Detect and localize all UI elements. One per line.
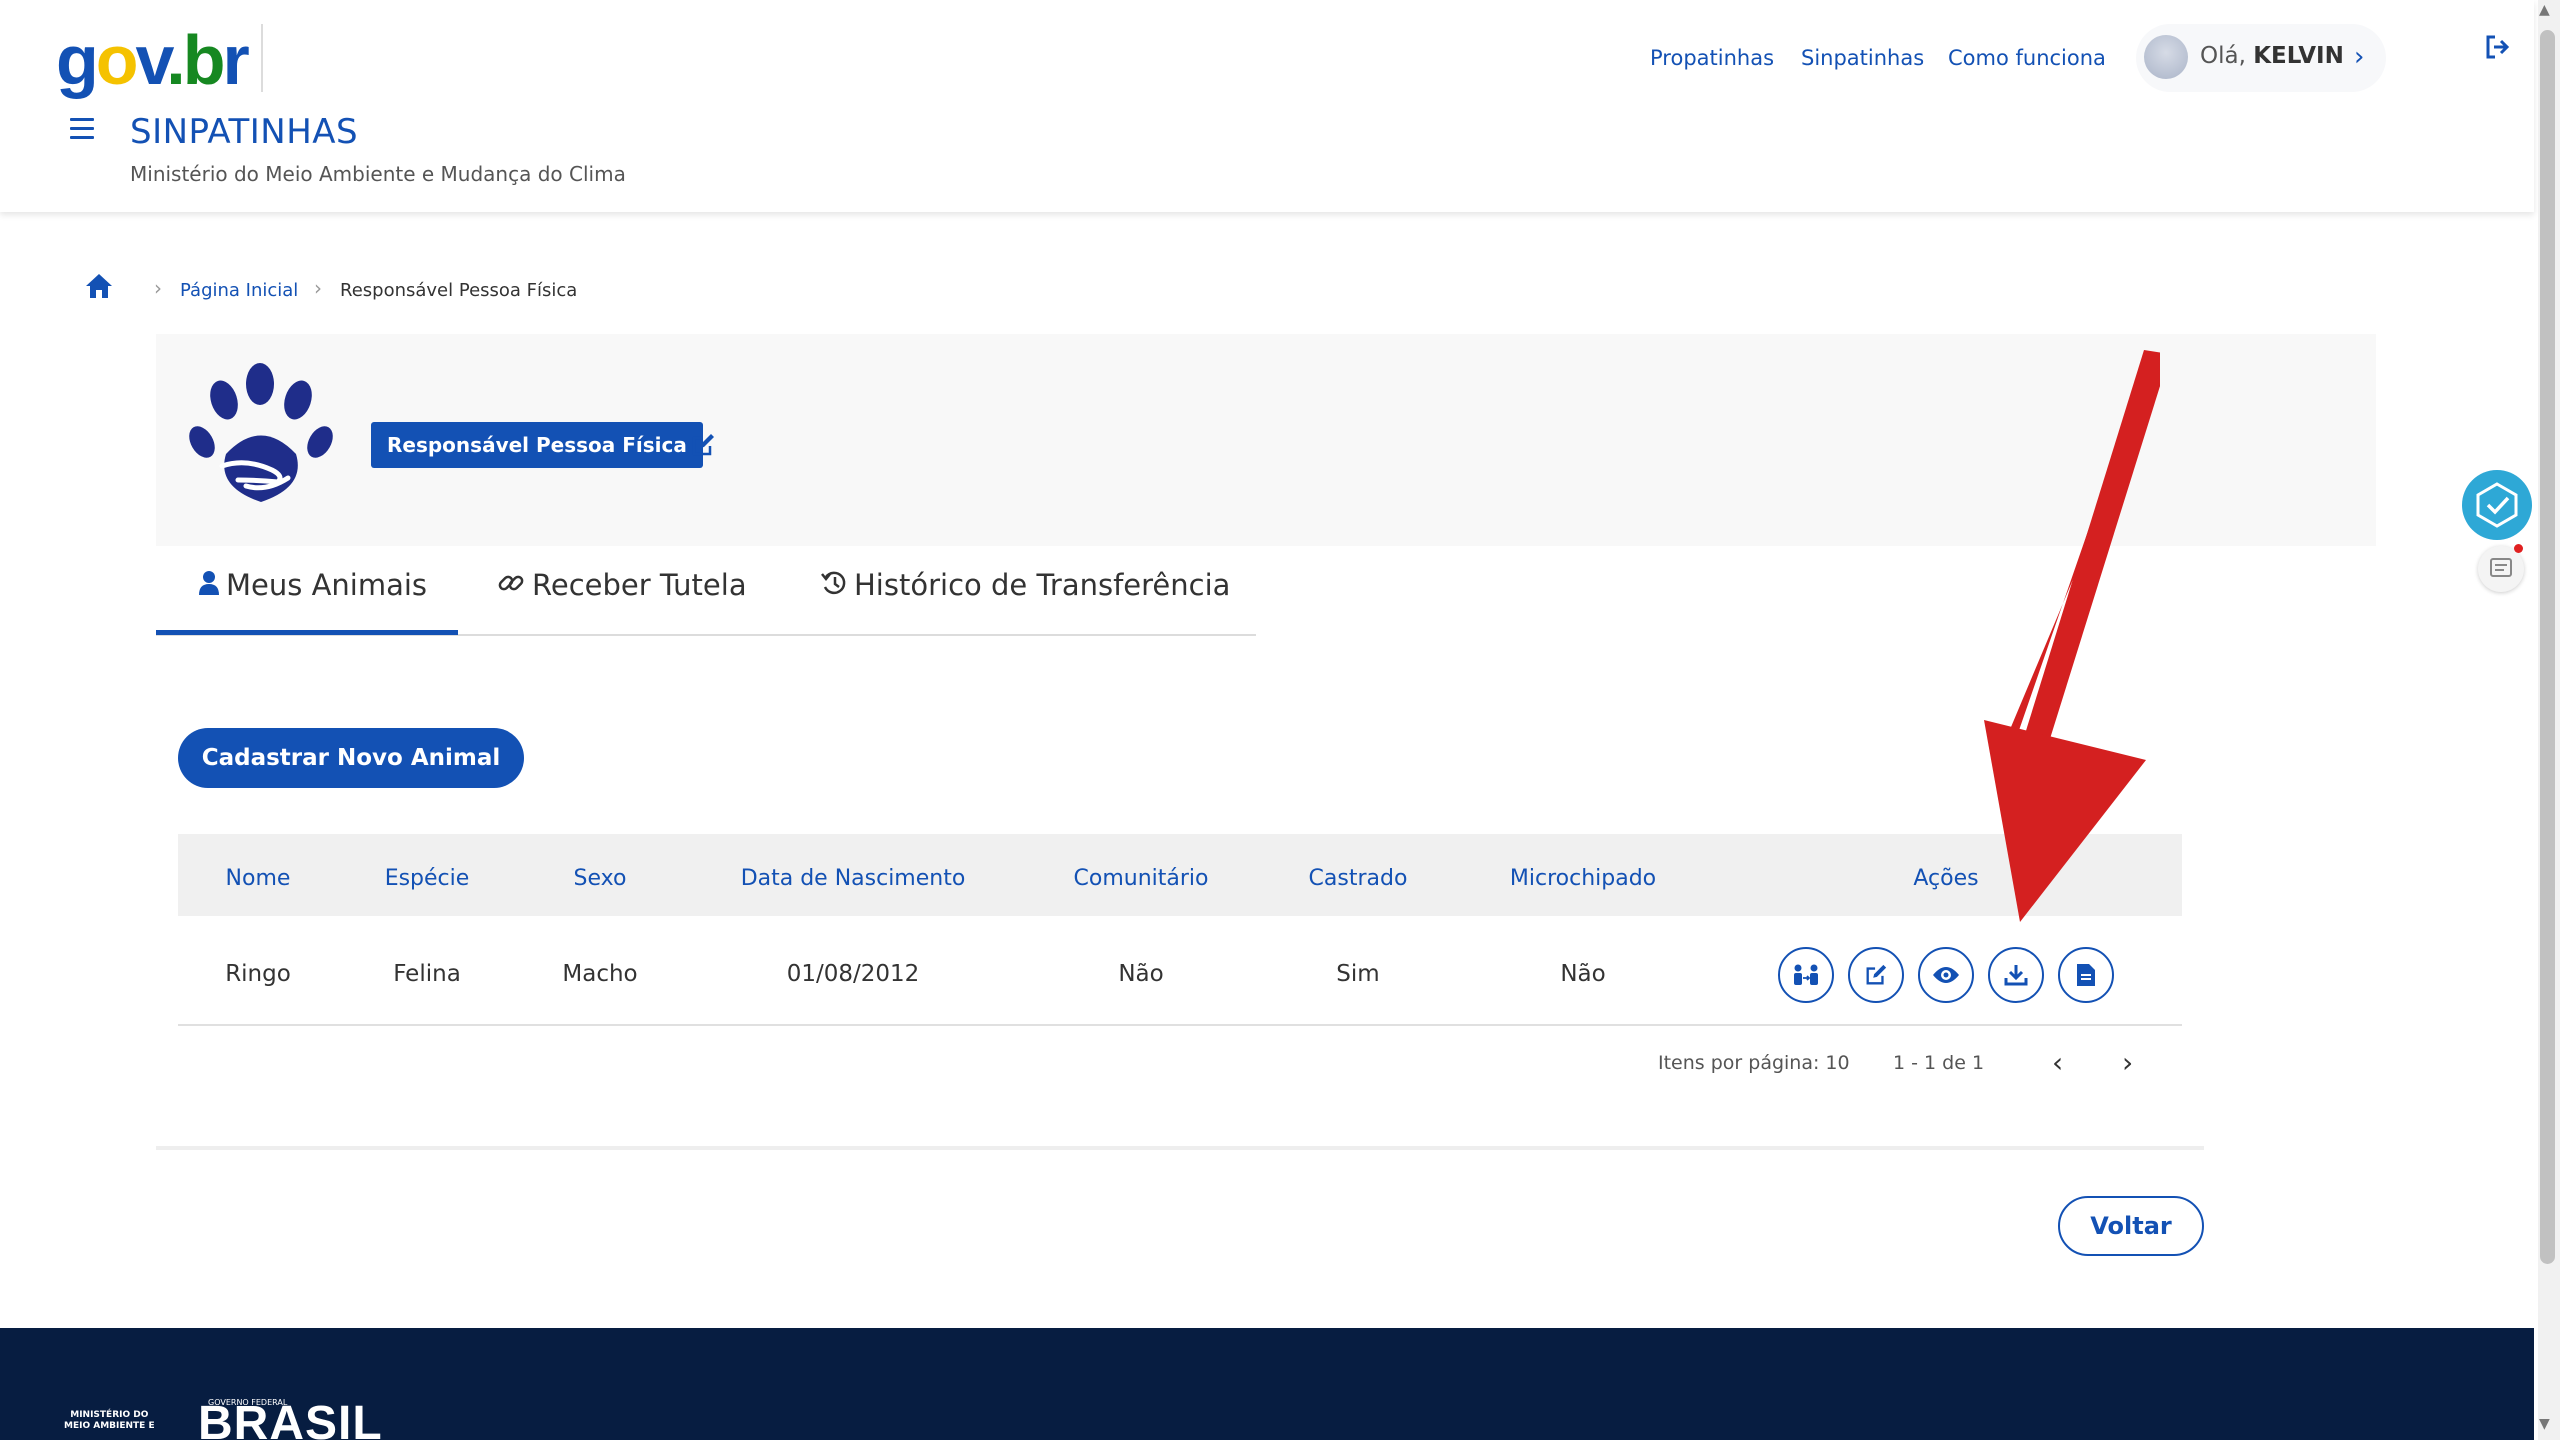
breadcrumb-home-link[interactable]: Página Inicial <box>180 280 298 301</box>
paw-hands-logo <box>186 362 336 516</box>
red-annotation-arrow <box>1960 350 2170 934</box>
nav-link-propatinhas[interactable]: Propatinhas <box>1650 46 1774 70</box>
tab-meus-animais[interactable]: Meus Animais <box>198 568 427 634</box>
user-greeting: Olá, KELVIN <box>2200 43 2344 69</box>
cell-especie: Felina <box>393 961 461 987</box>
logout-icon[interactable] <box>2484 34 2512 64</box>
tab-label: Meus Animais <box>226 568 428 602</box>
scroll-up-icon[interactable]: ▲ <box>2539 2 2550 18</box>
view-icon <box>1933 967 1959 983</box>
cell-microchipado: Não <box>1560 961 1606 987</box>
role-badge: Responsável Pessoa Física <box>371 422 703 468</box>
column-header-especie: Espécie <box>384 866 470 891</box>
footer-brasil-logo: BRASIL <box>198 1397 383 1450</box>
document-button[interactable] <box>2058 947 2114 1003</box>
nav-link-sinpatinhas[interactable]: Sinpatinhas <box>1801 46 1924 70</box>
edit-icon <box>1866 964 1887 985</box>
download-icon <box>2004 965 2028 986</box>
column-header-castrado: Castrado <box>1308 866 1408 891</box>
row-divider <box>178 1024 2182 1026</box>
view-animal-button[interactable] <box>1918 947 1974 1003</box>
transfer-button[interactable] <box>1778 947 1834 1003</box>
history-icon <box>820 568 848 605</box>
home-icon[interactable] <box>84 272 114 304</box>
hamburger-menu-icon[interactable] <box>70 118 94 140</box>
system-title: SINPATINHAS <box>130 112 359 152</box>
transfer-icon <box>1794 964 1818 985</box>
nav-link-como-funciona[interactable]: Como funciona <box>1948 46 2106 70</box>
column-header-data-nascimento: Data de Nascimento <box>740 866 966 891</box>
tab-receber-tutela[interactable]: Receber Tutela <box>496 568 747 634</box>
avatar <box>2144 35 2188 79</box>
tab-label: Histórico de Transferência <box>854 568 1231 602</box>
document-icon <box>2077 964 2095 986</box>
cell-castrado: Sim <box>1336 961 1380 987</box>
logo-divider <box>261 24 263 92</box>
column-header-nome: Nome <box>225 866 291 891</box>
system-subtitle: Ministério do Meio Ambiente e Mudança do… <box>130 162 626 186</box>
active-tab-indicator <box>156 630 458 635</box>
edit-icon[interactable] <box>690 432 716 462</box>
person-icon <box>198 568 220 602</box>
column-header-comunitario: Comunitário <box>1073 866 1209 891</box>
add-animal-button[interactable]: Cadastrar Novo Animal <box>178 728 524 788</box>
section-divider <box>156 1146 2204 1150</box>
scrollbar-thumb[interactable] <box>2540 30 2555 1264</box>
tab-historico-transferencia[interactable]: Histórico de Transferência <box>820 568 1230 634</box>
column-header-microchipado: Microchipado <box>1509 866 1657 891</box>
column-header-sexo: Sexo <box>573 866 627 891</box>
chat-widget-icon[interactable] <box>2462 470 2532 540</box>
prev-page-icon[interactable]: ‹ <box>2052 1046 2063 1079</box>
items-per-page[interactable]: Itens por página: 10 <box>1658 1052 1850 1074</box>
govbr-logo[interactable]: gov.br <box>56 20 250 100</box>
chevron-right-icon: › <box>2354 42 2365 72</box>
cell-sexo: Macho <box>562 961 638 987</box>
pagination-range: 1 - 1 de 1 <box>1893 1052 1985 1074</box>
cell-comunitario: Não <box>1118 961 1164 987</box>
link-icon <box>496 568 526 605</box>
back-button[interactable]: Voltar <box>2058 1196 2204 1256</box>
breadcrumb-separator-icon: › <box>314 276 322 300</box>
cell-nome: Ringo <box>225 961 291 987</box>
notification-dot <box>2514 544 2523 553</box>
breadcrumb-current: Responsável Pessoa Física <box>340 280 578 301</box>
breadcrumb-separator-icon: › <box>154 276 162 300</box>
footer-ministry-logo: MINISTÉRIO DO MEIO AMBIENTE E <box>64 1410 155 1431</box>
next-page-icon[interactable]: › <box>2122 1046 2133 1079</box>
cell-data-nascimento: 01/08/2012 <box>786 961 920 987</box>
scroll-down-icon[interactable]: ▼ <box>2539 1416 2550 1432</box>
tab-label: Receber Tutela <box>532 568 747 602</box>
edit-animal-button[interactable] <box>1848 947 1904 1003</box>
download-button[interactable] <box>1988 947 2044 1003</box>
